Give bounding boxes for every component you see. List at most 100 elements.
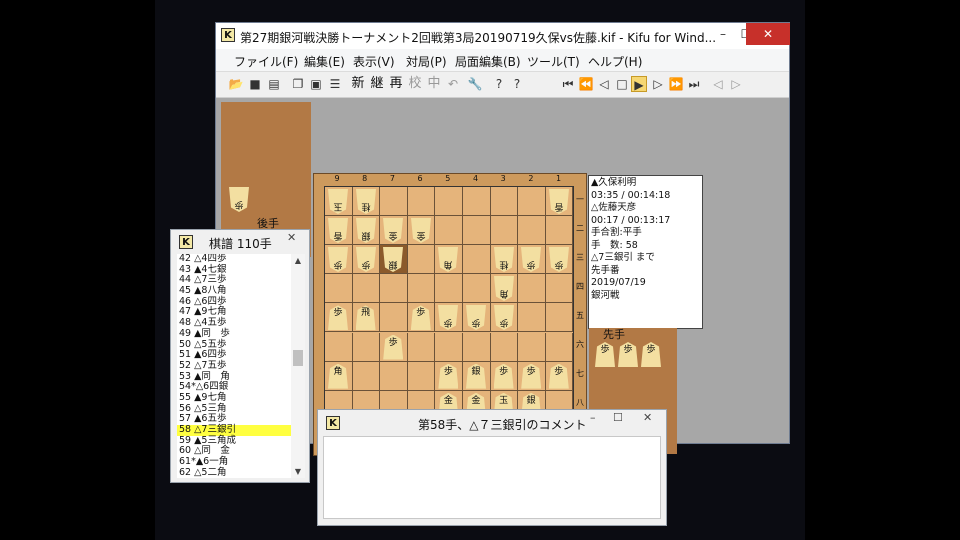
board-square[interactable] (435, 274, 463, 304)
board-square[interactable]: 銀 (380, 245, 408, 275)
menu-edit[interactable]: 編集(E) (304, 53, 345, 70)
gote-hand-piece[interactable]: 歩 (229, 187, 249, 212)
board-square[interactable] (380, 303, 408, 333)
board-square[interactable] (407, 274, 436, 304)
board-square[interactable] (407, 187, 436, 217)
board-square[interactable]: 桂 (352, 187, 381, 217)
menu-help[interactable]: ヘルプ(H) (588, 53, 642, 70)
print-icon[interactable]: ▤ (266, 76, 282, 92)
board-square[interactable]: 歩 (380, 332, 408, 362)
board-square[interactable] (463, 274, 491, 304)
board-square[interactable]: 歩 (490, 303, 519, 333)
board-square[interactable] (352, 274, 381, 304)
scroll-thumb[interactable] (293, 350, 303, 366)
board-square[interactable] (435, 187, 463, 217)
board-square[interactable] (490, 187, 519, 217)
new-game-button[interactable]: 新 (350, 76, 366, 92)
board-square[interactable] (463, 245, 491, 275)
comment-close-button[interactable]: ✕ (643, 411, 652, 424)
board-square[interactable]: 角 (325, 361, 353, 391)
board-square[interactable]: 歩 (463, 303, 491, 333)
board-square[interactable]: 歩 (545, 245, 574, 275)
notes-icon[interactable]: ☰ (327, 76, 343, 92)
back-10-icon[interactable]: ⏪ (578, 76, 594, 92)
board-square[interactable]: 桂 (490, 245, 519, 275)
board-square[interactable]: 香 (545, 187, 574, 217)
forward-icon[interactable]: ▷ (650, 76, 666, 92)
menu-position-edit[interactable]: 局面編集(B) (455, 53, 521, 70)
kifu-close-button[interactable]: ✕ (287, 231, 296, 244)
board-square[interactable] (352, 332, 381, 362)
board-square[interactable] (545, 216, 574, 246)
paste-icon[interactable]: ▣ (308, 76, 324, 92)
board-square[interactable] (518, 332, 546, 362)
continue-button[interactable]: 継 (369, 76, 385, 92)
board-square[interactable] (325, 332, 353, 362)
board-square[interactable] (380, 187, 408, 217)
board-square[interactable]: 歩 (518, 245, 546, 275)
branch-next-icon[interactable]: ▷ (728, 76, 744, 92)
board-square[interactable] (463, 187, 491, 217)
board-square[interactable] (545, 332, 574, 362)
board-square[interactable] (380, 274, 408, 304)
last-move-icon[interactable]: ⏭ (686, 76, 702, 92)
wrench-icon[interactable]: 🔧 (467, 76, 483, 92)
board-square[interactable] (435, 216, 463, 246)
board-square[interactable] (490, 216, 519, 246)
board-square[interactable]: 歩 (545, 361, 574, 391)
board-square[interactable] (325, 274, 353, 304)
board-square[interactable]: 歩 (352, 245, 381, 275)
board-square[interactable]: 歩 (518, 361, 546, 391)
board-square[interactable] (407, 361, 436, 391)
board-square[interactable] (463, 332, 491, 362)
board-square[interactable]: 歩 (435, 303, 463, 333)
forward-10-icon[interactable]: ⏩ (668, 76, 684, 92)
board-square[interactable]: 歩 (325, 303, 353, 333)
board-square[interactable] (545, 303, 574, 333)
board-square[interactable] (380, 361, 408, 391)
save-icon[interactable]: ■ (247, 76, 263, 92)
board-square[interactable] (407, 332, 436, 362)
comment-maximize-button[interactable]: ☐ (613, 411, 623, 424)
board-square[interactable]: 香 (325, 216, 353, 246)
comment-textarea[interactable] (323, 436, 661, 519)
board-square[interactable]: 飛 (352, 303, 381, 333)
sente-hand-piece[interactable]: 歩 (595, 342, 615, 367)
sente-hand-piece[interactable]: 歩 (618, 342, 638, 367)
close-button[interactable]: ✕ (746, 23, 790, 45)
kifu-scrollbar[interactable]: ▲ ▼ (291, 254, 305, 478)
board-square[interactable] (490, 332, 519, 362)
check-button[interactable]: 校 (407, 76, 423, 92)
board-square[interactable]: 金 (380, 216, 408, 246)
board-square[interactable]: 角 (490, 274, 519, 304)
branch-prev-icon[interactable]: ◁ (710, 76, 726, 92)
first-move-icon[interactable]: ⏮ (560, 76, 576, 92)
open-icon[interactable]: 📂 (228, 76, 244, 92)
board-square[interactable]: 歩 (490, 361, 519, 391)
board-square[interactable] (518, 187, 546, 217)
help-icon[interactable]: ? (491, 76, 507, 92)
kifu-move-row[interactable]: 62 △5二角 (177, 467, 291, 478)
board-square[interactable]: 金 (407, 216, 436, 246)
context-help-icon[interactable]: ? (509, 76, 525, 92)
stop-icon[interactable]: □ (614, 76, 630, 92)
scroll-down-icon[interactable]: ▼ (292, 467, 304, 476)
back-icon[interactable]: ◁ (596, 76, 612, 92)
undo-hand-icon[interactable]: ↶ (445, 76, 461, 92)
interrupt-button[interactable]: 中 (426, 76, 442, 92)
board-square[interactable]: 角 (435, 245, 463, 275)
board-square[interactable] (352, 361, 381, 391)
board-square[interactable] (518, 303, 546, 333)
kifu-move-row[interactable]: 49 ▲同 歩 (177, 328, 291, 340)
menu-file[interactable]: ファイル(F) (234, 53, 298, 70)
comment-minimize-button[interactable]: – (590, 411, 596, 424)
menu-view[interactable]: 表示(V) (353, 53, 395, 70)
copy-icon[interactable]: ❐ (290, 76, 306, 92)
title-bar[interactable]: K 第27期銀河戦決勝トーナメント2回戦第3局20190719久保vs佐藤.ki… (216, 23, 790, 49)
board-square[interactable] (407, 245, 436, 275)
board-square[interactable]: 銀 (463, 361, 491, 391)
board-square[interactable] (545, 274, 574, 304)
replay-button[interactable]: 再 (388, 76, 404, 92)
kifu-move-row[interactable]: 52 △7五歩 (177, 360, 291, 372)
board-square[interactable] (435, 332, 463, 362)
